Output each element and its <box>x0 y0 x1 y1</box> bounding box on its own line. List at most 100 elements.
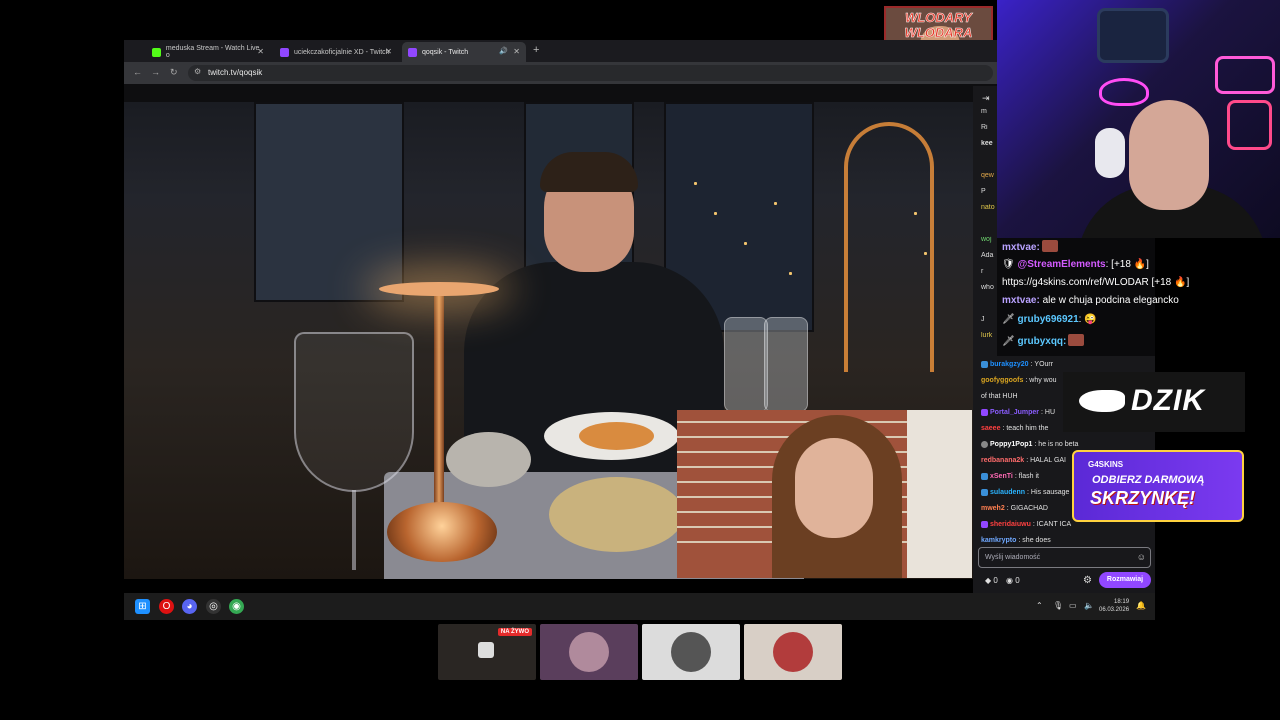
chat-username[interactable]: sheridaiuwu <box>990 521 1031 528</box>
chat-message: burakgzy20: YOurr <box>981 356 1153 372</box>
neon-sign <box>1227 100 1272 150</box>
chat-username[interactable]: xSenTi <box>990 473 1013 480</box>
wine-glass-stem <box>352 490 356 570</box>
badge-icon: 🗡 <box>1002 336 1018 347</box>
address-bar[interactable]: ⚙ twitch.tv/qoqsik <box>188 65 993 81</box>
g4skins-brand: G4SKINS <box>1088 460 1124 469</box>
back-icon[interactable]: ← <box>133 67 142 77</box>
window-frame <box>254 102 404 302</box>
reload-icon[interactable]: ↻ <box>170 67 178 78</box>
microphone-icon[interactable]: 🎙 <box>1053 601 1063 610</box>
guest-webcam <box>677 410 972 578</box>
channel-points[interactable]: ◉ 0 <box>1006 576 1020 585</box>
chat-username[interactable]: redbanana2k <box>981 457 1024 464</box>
thumbnail-avatar[interactable] <box>642 624 740 680</box>
avatar <box>773 632 813 672</box>
chat-username[interactable]: Poppy1Pop1 <box>990 441 1032 448</box>
badge-icon <box>981 520 988 528</box>
bits-balance[interactable]: ◆ 0 <box>985 576 998 585</box>
tab-uciekczak[interactable]: uciekczakoficjalnie XD - Twitch ✕ <box>274 42 398 62</box>
chat-text: YOurr <box>1034 360 1054 368</box>
volume-icon[interactable]: 🔈 <box>1084 601 1094 610</box>
streamer-webcam <box>997 0 1280 238</box>
tray-chevron-icon[interactable]: ⌃ <box>1036 601 1043 610</box>
chat-send-button[interactable]: Rozmawiaj <box>1099 572 1151 588</box>
thumbnail-avatar[interactable] <box>540 624 638 680</box>
city-light <box>789 272 792 275</box>
badge-icon <box>981 472 988 480</box>
bits-count: 0 <box>993 576 998 585</box>
tab-label: uciekczakoficjalnie XD - Twitch <box>294 48 390 56</box>
chat-text: GIGACHAD <box>1010 504 1048 512</box>
chat-text: why wou <box>1029 376 1057 384</box>
chat-text: he is no beta <box>1038 440 1079 448</box>
wine-glass <box>294 332 414 492</box>
overlay-line: mxtvae: <box>1002 240 1058 253</box>
chat-username[interactable]: burakgzy20 <box>990 361 1029 368</box>
close-icon[interactable]: ✕ <box>385 47 392 56</box>
collapse-chat-icon[interactable]: ⇥ <box>982 93 990 104</box>
g4skins-line1: ODBIERZ DARMOWĄ <box>1092 474 1205 486</box>
notification-icon[interactable]: 🔔 <box>1136 601 1146 610</box>
discord-icon[interactable]: ◕ <box>182 599 197 614</box>
chat-username[interactable]: mweh2 <box>981 505 1005 512</box>
overlay-line: 🛡 @StreamElements: [+18 🔥] <box>1002 259 1149 270</box>
clock-date: 06.03.2026 <box>1099 607 1130 613</box>
badge-icon <box>981 408 988 416</box>
g4skins-line2: SKRZYNKĘ! <box>1090 488 1196 508</box>
close-icon[interactable]: ✕ <box>513 47 520 56</box>
forward-icon[interactable]: → <box>151 67 160 77</box>
chat-username[interactable]: goofyggoofs <box>981 377 1023 384</box>
new-tab-icon[interactable]: + <box>533 44 539 56</box>
chat-message: kamkrypto: she does <box>981 536 1051 544</box>
table-lamp-shade <box>379 282 499 296</box>
chrome-icon[interactable]: ◉ <box>229 599 244 614</box>
twitch-icon <box>280 47 289 57</box>
chat-username[interactable]: Portal_Jumper <box>990 409 1039 416</box>
tab-qoqsik[interactable]: qoqsik - Twitch 🔊 ✕ <box>402 42 526 62</box>
emote-picker-icon[interactable]: ☺ <box>1137 552 1146 562</box>
badge-icon <box>981 440 988 448</box>
network-icon[interactable]: ▭ <box>1069 601 1077 610</box>
chat-username[interactable]: kamkrypto <box>981 537 1016 544</box>
clock-time: 18:19 <box>1114 599 1130 605</box>
video-icon <box>478 642 494 658</box>
overlay-line: mxtvae: ale w chuja podcina elegancko <box>1002 295 1179 306</box>
chat-text: of that HUH <box>981 392 1018 400</box>
overlay-username: gruby696921 <box>1017 314 1079 325</box>
overlay-text: : [+18 🔥] <box>1105 259 1149 270</box>
close-icon[interactable]: ✕ <box>257 47 264 56</box>
system-clock[interactable]: 18:19 06.03.2026 <box>1099 598 1129 614</box>
pasta-dish <box>579 422 654 450</box>
overlay-username: mxtvae: <box>1002 242 1040 253</box>
steam-icon[interactable]: ◎ <box>206 599 221 614</box>
neon-sign <box>1099 78 1149 106</box>
points-count: 0 <box>1015 576 1020 585</box>
city-light <box>774 202 777 205</box>
chat-footer: ◆ 0 ◉ 0 ⚙ Rozmawiaj <box>973 572 1155 590</box>
neon-sign <box>1215 56 1275 94</box>
opera-icon[interactable]: O <box>159 599 174 614</box>
badge-icon <box>981 488 988 496</box>
chat-username[interactable]: saeee <box>981 425 1000 432</box>
chat-text: His sausage <box>1030 488 1070 496</box>
start-icon[interactable]: ⊞ <box>135 599 150 614</box>
chat-text: HU <box>1044 408 1056 416</box>
speaker-icon[interactable]: 🔊 <box>499 47 508 55</box>
water-bottle <box>764 317 808 412</box>
site-info-icon[interactable]: ⚙ <box>194 67 201 76</box>
thumbnail-avatar[interactable] <box>744 624 842 680</box>
chat-text: flash it <box>1018 472 1039 480</box>
live-badge: NA ŻYWO <box>497 628 532 636</box>
gear-icon[interactable]: ⚙ <box>1083 575 1092 586</box>
thumbnail-live[interactable]: NA ŻYWO <box>438 624 536 680</box>
chat-input[interactable]: Wyślij wiadomość ☺ <box>978 547 1151 568</box>
logo-text: WLODARY WLODARA <box>904 10 973 41</box>
white-wall <box>907 410 972 578</box>
browser-window: meduska Stream - Watch Live o ✕ uciekcza… <box>124 40 997 102</box>
stream-chat-overlay: mxtvae: 🛡 @StreamElements: [+18 🔥] https… <box>997 238 1280 356</box>
guest-face <box>795 438 873 538</box>
emote-icon <box>1068 334 1085 346</box>
chat-username[interactable]: sulaudenn <box>990 489 1025 496</box>
tab-meduska[interactable]: meduska Stream - Watch Live o ✕ <box>146 42 270 62</box>
